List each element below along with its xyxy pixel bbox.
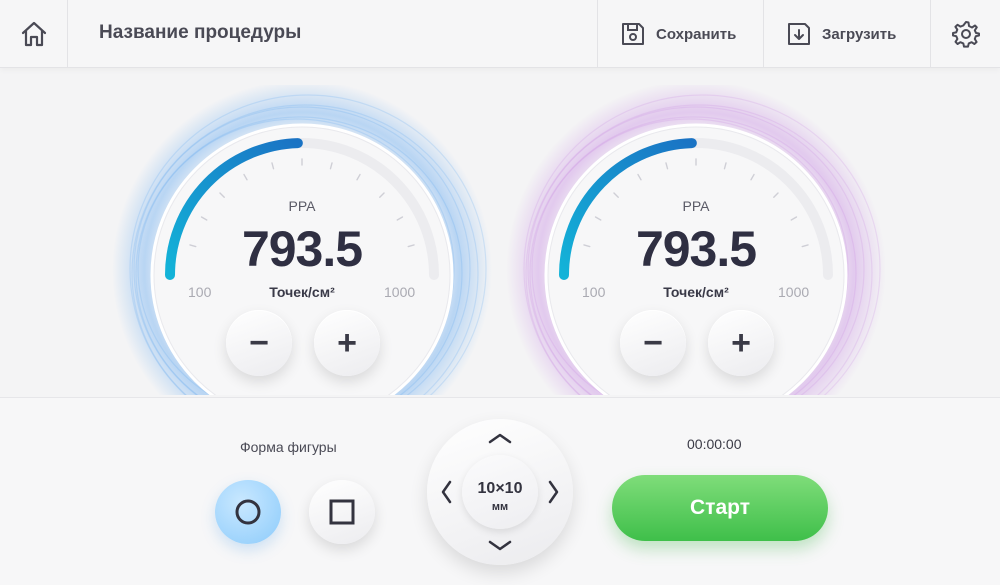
top-bar: Название процедуры Сохранить Загрузить [0, 0, 1000, 68]
direction-pad: 10×10 мм [427, 419, 573, 565]
save-button[interactable]: Сохранить [597, 0, 763, 68]
gauge-value: 793.5 [241, 221, 363, 277]
decrease-button[interactable]: − [226, 310, 292, 376]
gauge-value: 793.5 [635, 221, 757, 277]
shape-circle-button[interactable] [215, 480, 281, 544]
gauge-unit: Точек/см² [269, 284, 335, 300]
move-right-button[interactable] [539, 467, 569, 517]
size-selector[interactable]: 10×10 мм [462, 455, 538, 529]
settings-button[interactable] [930, 0, 1000, 68]
start-button[interactable]: Старт [612, 475, 828, 541]
increase-button[interactable]: + [708, 310, 774, 376]
timer: 00:00:00 [687, 436, 742, 452]
gauge-unit: Точек/см² [663, 284, 729, 300]
increase-button[interactable]: + [314, 310, 380, 376]
gauge-label: PPA [288, 198, 316, 214]
minus-icon: − [643, 324, 663, 362]
gauge-min-label: 100 [188, 284, 212, 300]
gauge-label: PPA [682, 198, 710, 214]
download-icon [788, 23, 810, 45]
save-icon [622, 23, 644, 45]
plus-icon: + [337, 324, 357, 362]
gauge-left: PPA 793.5 Точек/см² 100 1000 − + [102, 85, 502, 395]
square-icon [329, 499, 355, 525]
decrease-button[interactable]: − [620, 310, 686, 376]
gauge-min-label: 100 [582, 284, 606, 300]
home-button[interactable] [0, 0, 68, 68]
load-label: Загрузить [822, 25, 897, 43]
size-value: 10×10 [477, 480, 523, 497]
procedure-title: Название процедуры [99, 22, 302, 43]
gauge-right: PPA 793.5 Точек/см² 100 1000 − + [496, 85, 896, 395]
circle-icon [235, 499, 261, 525]
move-up-button[interactable] [475, 423, 525, 453]
gear-icon [951, 21, 980, 48]
shape-square-button[interactable] [309, 480, 375, 544]
chevron-up-icon [488, 433, 512, 444]
plus-icon: + [731, 324, 751, 362]
move-down-button[interactable] [475, 531, 525, 561]
shape-label: Форма фигуры [240, 439, 337, 455]
chevron-down-icon [488, 540, 512, 551]
gauge-max-label: 1000 [384, 284, 416, 300]
load-button[interactable]: Загрузить [763, 0, 930, 68]
minus-icon: − [249, 324, 269, 362]
chevron-right-icon [548, 480, 559, 504]
start-label: Старт [690, 496, 750, 519]
home-icon [21, 21, 46, 47]
chevron-left-icon [441, 480, 452, 504]
gauge-max-label: 1000 [778, 284, 810, 300]
size-unit: мм [491, 501, 509, 513]
move-left-button[interactable] [431, 467, 461, 517]
save-label: Сохранить [656, 25, 737, 43]
